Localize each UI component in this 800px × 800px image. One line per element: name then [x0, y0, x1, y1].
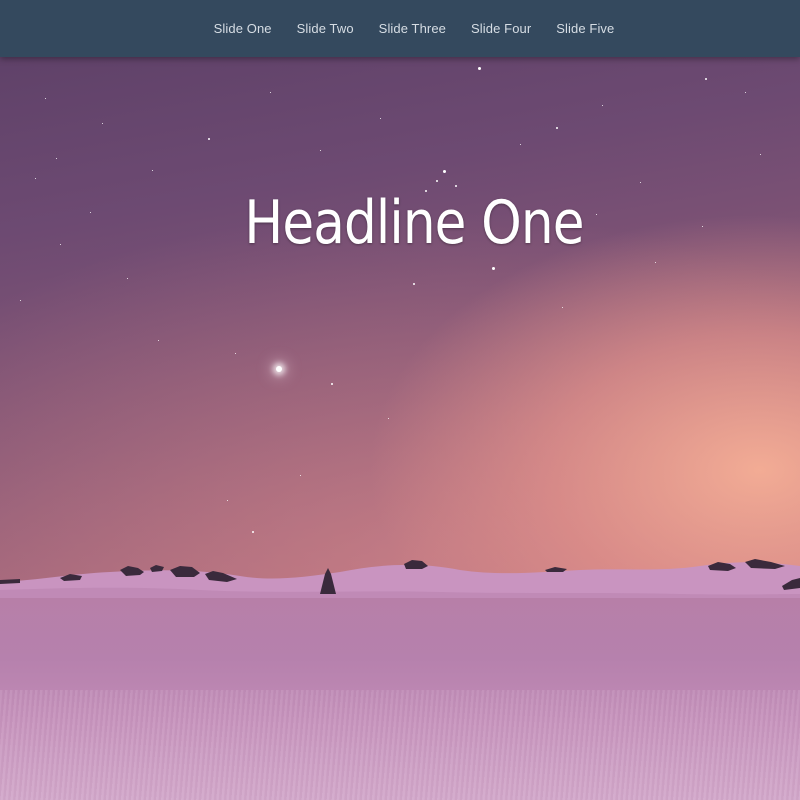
star	[235, 353, 236, 354]
star	[455, 185, 457, 187]
star	[20, 300, 21, 301]
star	[388, 418, 389, 419]
star	[152, 170, 153, 171]
star	[745, 92, 746, 93]
nav-item: Slide Four	[459, 0, 544, 57]
star	[640, 182, 641, 183]
star	[655, 262, 656, 263]
nav-item: Slide Two	[284, 0, 366, 57]
star	[158, 340, 159, 341]
star	[380, 118, 381, 119]
bright-star	[276, 366, 282, 372]
page: Headline One Slide One Slide Two Slide T…	[0, 0, 800, 800]
nav-link-slide-one[interactable]: Slide One	[201, 21, 284, 36]
star	[35, 178, 36, 179]
nav-link-slide-three[interactable]: Slide Three	[366, 21, 458, 36]
star	[227, 500, 228, 501]
nav-link-slide-four[interactable]: Slide Four	[459, 21, 544, 36]
star	[102, 123, 103, 124]
nav-item: Slide One	[201, 0, 284, 57]
star	[556, 127, 558, 129]
star	[413, 283, 415, 285]
star	[270, 92, 271, 93]
star	[760, 154, 761, 155]
slide-headline: Headline One	[244, 188, 584, 258]
nav-item: Slide Five	[544, 0, 627, 57]
star	[492, 267, 495, 270]
top-navbar: Slide One Slide Two Slide Three Slide Fo…	[0, 0, 800, 57]
star	[443, 170, 446, 173]
nav-item: Slide Three	[366, 0, 458, 57]
star	[252, 531, 254, 533]
star	[436, 180, 438, 182]
hero-slide: Headline One	[0, 0, 800, 800]
star	[562, 307, 563, 308]
star	[520, 144, 521, 145]
star	[208, 138, 210, 140]
star	[320, 150, 321, 151]
nav-list: Slide One Slide Two Slide Three Slide Fo…	[201, 0, 627, 57]
star	[331, 383, 333, 385]
star	[300, 475, 301, 476]
snow-texture	[0, 690, 800, 800]
star	[705, 78, 707, 80]
star	[602, 105, 603, 106]
nav-link-slide-two[interactable]: Slide Two	[284, 21, 366, 36]
star	[45, 98, 46, 99]
star	[478, 67, 481, 70]
star	[60, 244, 61, 245]
star	[56, 158, 57, 159]
star	[127, 278, 128, 279]
nav-link-slide-five[interactable]: Slide Five	[544, 21, 627, 36]
